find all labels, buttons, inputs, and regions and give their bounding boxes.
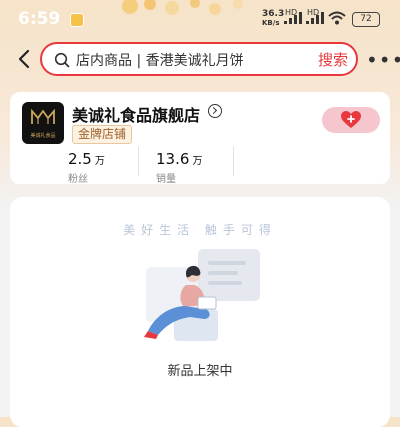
store-detail-arrow-icon[interactable] (208, 104, 222, 118)
product-panel: 美好生活 触手可得 新品上架中 (10, 197, 390, 427)
chevron-left-icon[interactable] (14, 48, 36, 70)
status-time: 6:59 (18, 9, 61, 29)
search-bar[interactable]: 店内商品 | 香港美诚礼月饼 搜索 (40, 42, 358, 76)
fans-label: 粉丝 (68, 174, 88, 185)
store-card: 美诚礼食品 美诚礼食品旗舰店 金牌店铺 2.5 万 粉丝 13.6 万 销量 (10, 92, 390, 185)
search-icon (54, 52, 70, 68)
follow-button[interactable] (322, 107, 380, 133)
stat-divider (233, 146, 234, 176)
sales-unit: 万 (192, 156, 203, 167)
sales-label: 销量 (156, 174, 176, 185)
slogan: 美好生活 触手可得 (123, 223, 277, 237)
more-icon[interactable]: ••• (366, 50, 400, 70)
status-bar: 6:59 36.3 KB/s HD HD 72 (0, 0, 400, 36)
notification-icon (70, 13, 84, 27)
store-logo-mark-icon (31, 108, 55, 124)
net-speed: 36.3 KB/s (262, 9, 285, 28)
store-logo-text: 美诚礼食品 (30, 133, 56, 139)
signal-icon (306, 12, 324, 24)
empty-illustration-icon (144, 249, 260, 341)
stat-sales: 13.6 万 销量 (156, 149, 202, 185)
top-nav: 店内商品 | 香港美诚礼月饼 搜索 ••• (0, 40, 400, 80)
sales-value: 13.6 (156, 150, 190, 168)
heart-plus-icon (341, 111, 361, 128)
search-input[interactable]: 店内商品 | 香港美诚礼月饼 (76, 50, 244, 70)
stat-divider (138, 146, 139, 176)
battery-icon: 72 (352, 12, 380, 27)
gold-store-badge: 金牌店铺 (72, 125, 133, 144)
signal-icon (284, 12, 302, 24)
store-name[interactable]: 美诚礼食品旗舰店 (72, 102, 200, 126)
wifi-icon (328, 11, 346, 25)
stat-fans: 2.5 万 粉丝 (68, 149, 105, 185)
empty-message: 新品上架中 (167, 364, 233, 379)
fans-unit: 万 (94, 156, 105, 167)
search-button[interactable]: 搜索 (318, 49, 348, 70)
fans-value: 2.5 (68, 150, 92, 168)
store-logo[interactable]: 美诚礼食品 (22, 102, 64, 144)
blossom-decoration-icon (122, 0, 243, 15)
